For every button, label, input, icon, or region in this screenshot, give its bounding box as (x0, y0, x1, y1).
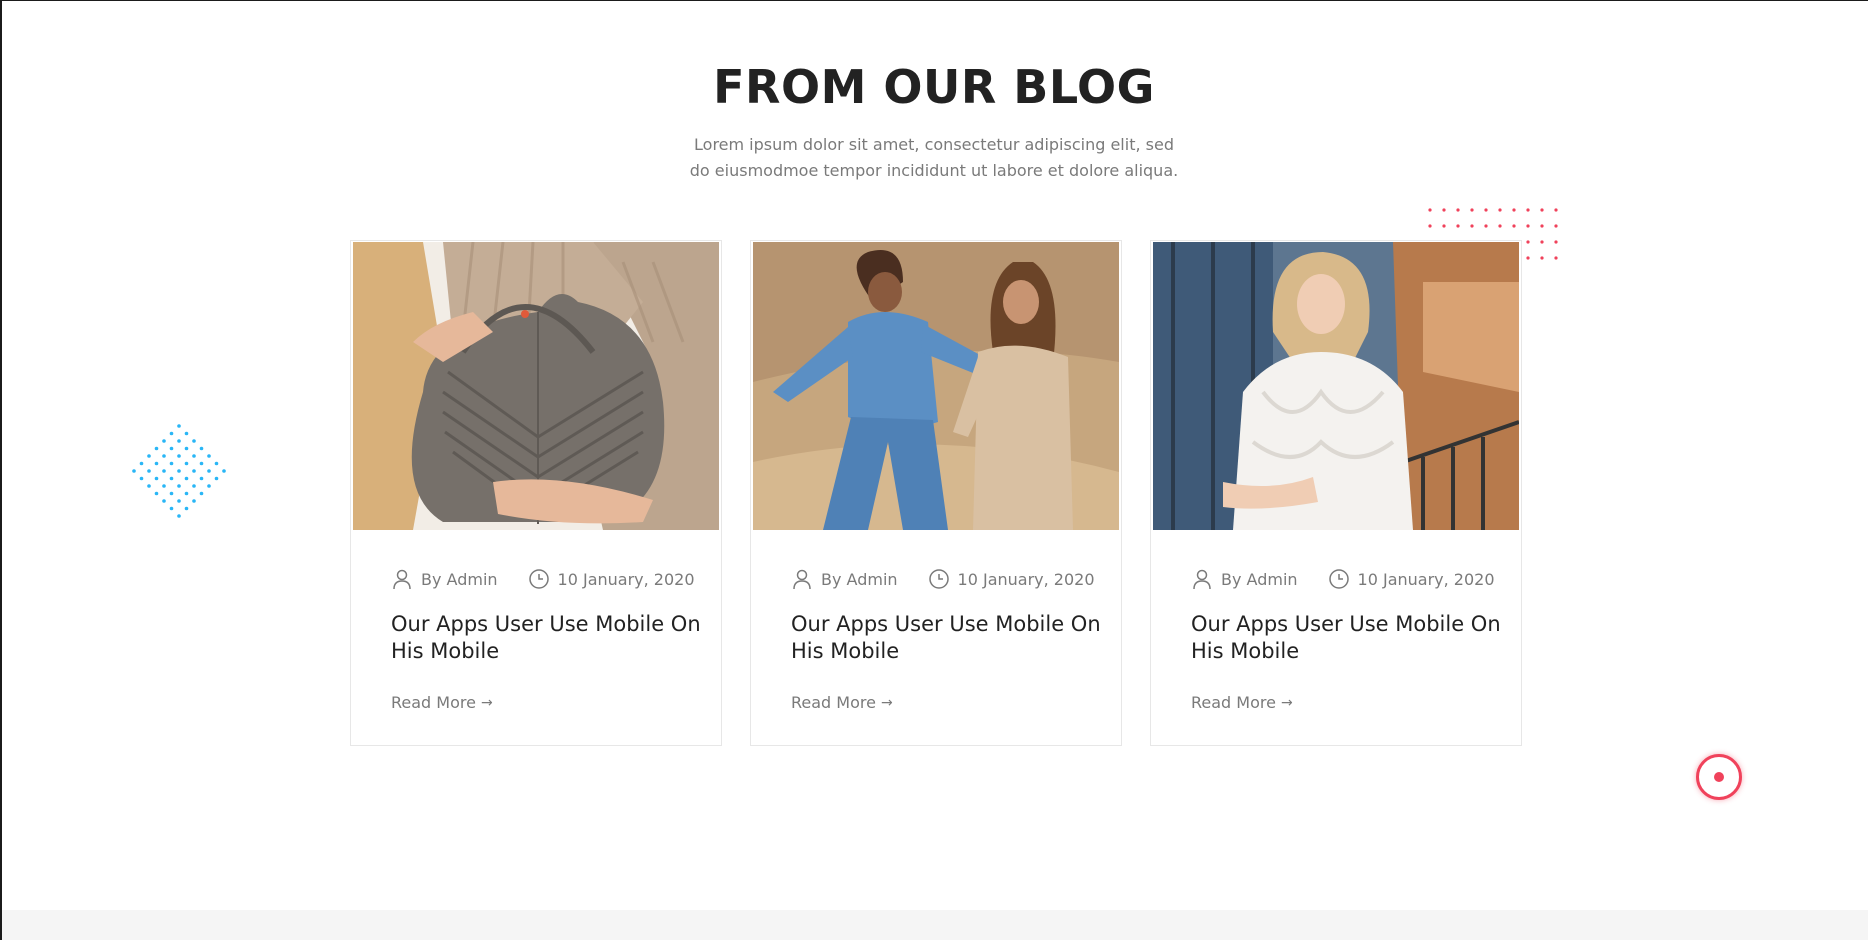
post-date: 10 January, 2020 (528, 568, 695, 590)
blog-card: By Admin 10 January, 2020 Our Apps User … (350, 240, 722, 746)
footer-strip (2, 910, 1868, 940)
post-author-label: By Admin (421, 569, 498, 589)
blog-card: By Admin 10 January, 2020 Our Apps User … (1150, 240, 1522, 746)
read-more-label: Read More (391, 693, 476, 712)
white-blouse-photo (1153, 242, 1519, 530)
post-meta: By Admin 10 January, 2020 (391, 565, 701, 593)
read-more-link[interactable]: Read More → (791, 693, 893, 712)
post-title[interactable]: Our Apps User Use Mobile On His Mobile (1191, 611, 1501, 665)
clock-icon (928, 569, 949, 589)
blog-card: By Admin 10 January, 2020 Our Apps User … (750, 240, 1122, 746)
post-meta: By Admin 10 January, 2020 (791, 565, 1101, 593)
post-title[interactable]: Our Apps User Use Mobile On His Mobile (791, 611, 1101, 665)
section-title: FROM OUR BLOG (713, 60, 1155, 114)
arrow-right-icon: → (880, 694, 893, 711)
post-title[interactable]: Our Apps User Use Mobile On His Mobile (391, 611, 701, 665)
read-more-link[interactable]: Read More → (1191, 693, 1293, 712)
blog-card-image[interactable] (1153, 242, 1519, 530)
blog-card-image[interactable] (353, 242, 719, 530)
section-subtitle: Lorem ipsum dolor sit amet, consectetur … (689, 135, 1179, 180)
handbag-photo (353, 242, 719, 530)
user-icon (1193, 569, 1211, 590)
post-author-label: By Admin (1221, 569, 1298, 589)
post-author[interactable]: By Admin (1191, 568, 1298, 590)
clock-icon (1328, 569, 1349, 589)
post-date: 10 January, 2020 (1328, 568, 1495, 590)
post-meta: By Admin 10 January, 2020 (1191, 565, 1501, 593)
post-date-label: 10 January, 2020 (557, 569, 695, 589)
post-date-label: 10 January, 2020 (1357, 569, 1495, 589)
decor-blue-diamond-dots (132, 424, 226, 518)
blog-card-image[interactable] (753, 242, 1119, 530)
clock-icon (528, 569, 549, 589)
read-more-label: Read More (791, 693, 876, 712)
user-icon (393, 569, 411, 590)
dot-icon (1714, 772, 1724, 782)
post-author[interactable]: By Admin (391, 568, 498, 590)
read-more-label: Read More (1191, 693, 1276, 712)
post-date: 10 January, 2020 (928, 568, 1095, 590)
beach-friends-photo (753, 242, 1119, 530)
post-date-label: 10 January, 2020 (957, 569, 1095, 589)
post-author-label: By Admin (821, 569, 898, 589)
post-author[interactable]: By Admin (791, 568, 898, 590)
arrow-right-icon: → (1280, 694, 1293, 711)
read-more-link[interactable]: Read More → (391, 693, 493, 712)
arrow-right-icon: → (480, 694, 493, 711)
scroll-to-top-button[interactable] (1696, 754, 1742, 800)
user-icon (793, 569, 811, 590)
